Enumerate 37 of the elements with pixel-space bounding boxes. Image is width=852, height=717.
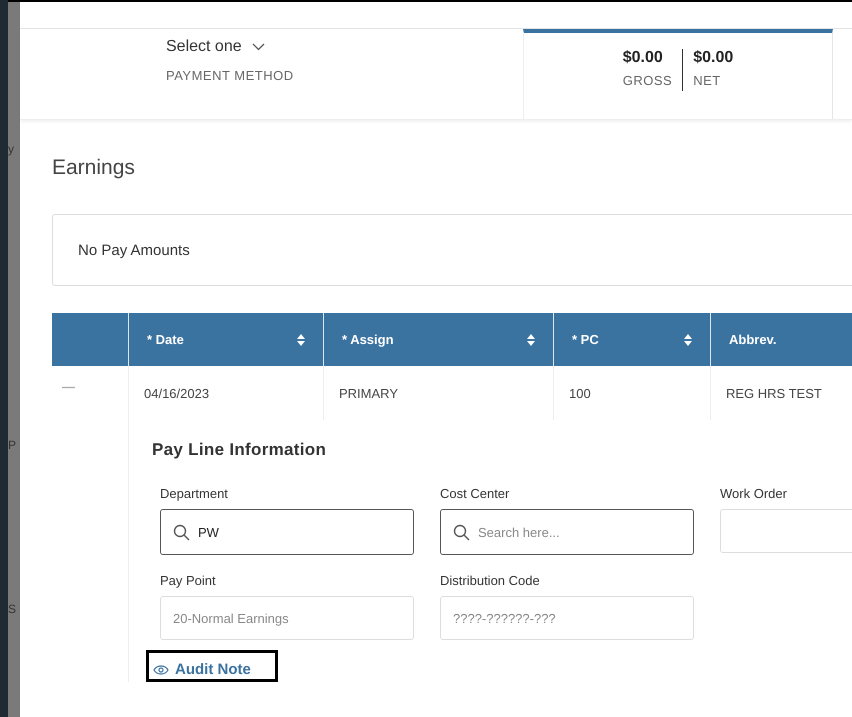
sort-icon[interactable] bbox=[297, 334, 305, 346]
sort-icon[interactable] bbox=[527, 334, 535, 346]
field-label: Department bbox=[160, 486, 229, 501]
background-text: S bbox=[8, 602, 18, 616]
field-label: Cost Center bbox=[440, 486, 510, 501]
background-text: P bbox=[8, 438, 18, 452]
table-cell: 04/16/2023 bbox=[144, 386, 210, 400]
chevron-down-icon bbox=[252, 43, 265, 51]
column-header[interactable]: * Assign bbox=[342, 332, 394, 347]
background-text: y bbox=[8, 142, 15, 156]
total-label: NET bbox=[693, 73, 721, 88]
total-amount: $0.00 bbox=[622, 49, 663, 67]
table-cell: 100 bbox=[569, 386, 591, 400]
field-label: Pay Point bbox=[160, 573, 217, 588]
total-label: GROSS bbox=[622, 73, 672, 88]
search-field[interactable]: Search here... bbox=[440, 509, 694, 555]
column-header[interactable]: Abbrev. bbox=[729, 332, 776, 347]
field-label: Work Order bbox=[720, 486, 788, 501]
text-input[interactable]: PW bbox=[198, 524, 401, 540]
column-header[interactable]: * Date bbox=[147, 332, 184, 347]
table-cell: REG HRS TEST bbox=[726, 386, 822, 400]
search-icon bbox=[453, 524, 470, 540]
text-input[interactable]: Search here... bbox=[478, 524, 681, 540]
field-label: Distribution Code bbox=[440, 573, 541, 588]
audit-note-link[interactable]: Audit Note bbox=[146, 650, 278, 682]
sort-icon[interactable] bbox=[684, 334, 692, 346]
section-title: Earnings bbox=[52, 156, 136, 180]
total-amount: $0.00 bbox=[693, 49, 734, 67]
eye-icon bbox=[153, 664, 169, 674]
empty-message: No Pay Amounts bbox=[78, 242, 190, 258]
search-icon bbox=[173, 524, 190, 540]
payment-method-select[interactable]: Select one bbox=[166, 38, 265, 56]
table-cell: PRIMARY bbox=[339, 386, 398, 400]
search-field[interactable]: PW bbox=[160, 509, 414, 555]
detail-title: Pay Line Information bbox=[152, 440, 328, 460]
payment-method-label: PAYMENT METHOD bbox=[166, 68, 295, 83]
column-header[interactable]: * PC bbox=[572, 332, 599, 347]
